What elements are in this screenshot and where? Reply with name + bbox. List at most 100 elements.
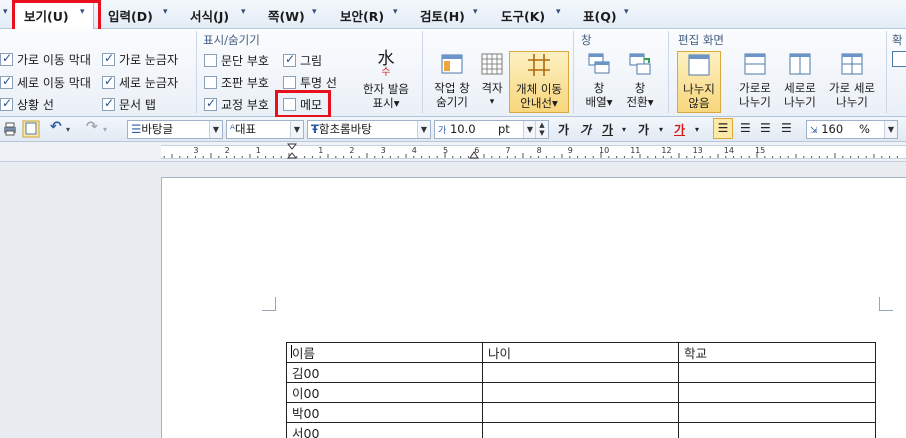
strike-dropdown-icon[interactable]: ▾ bbox=[659, 125, 663, 134]
table-cell[interactable]: 박00 bbox=[286, 402, 483, 423]
window-arrange-button[interactable]: 창 배열▾ bbox=[579, 51, 619, 113]
align-center-button[interactable]: ☰ bbox=[760, 121, 771, 135]
check-proofreading-mark[interactable]: 교정 부호 bbox=[204, 96, 269, 112]
zoom-field[interactable]: ⇲ 160 % ▼ bbox=[806, 120, 898, 139]
preview-icon[interactable] bbox=[22, 120, 40, 138]
checkbox-icon[interactable] bbox=[204, 54, 217, 67]
table-cell[interactable] bbox=[678, 362, 876, 383]
table-cell[interactable] bbox=[482, 422, 679, 438]
table-cell[interactable]: 이00 bbox=[286, 382, 483, 403]
menu-tools-dropdown-icon[interactable]: ▾ bbox=[556, 7, 561, 17]
checkbox-icon[interactable] bbox=[0, 96, 13, 111]
checkbox-icon[interactable] bbox=[0, 51, 13, 66]
menu-review-dropdown-icon[interactable]: ▾ bbox=[473, 7, 478, 17]
checkbox-icon[interactable] bbox=[0, 74, 13, 89]
checkbox-icon[interactable] bbox=[204, 96, 217, 111]
check-horizontal-ruler[interactable]: 가로 눈금자 bbox=[102, 51, 178, 67]
table-row: 서00 bbox=[286, 422, 876, 438]
check-paragraph-mark[interactable]: 문단 부호 bbox=[204, 52, 269, 68]
checkbox-icon[interactable] bbox=[283, 76, 296, 89]
table-cell[interactable] bbox=[678, 382, 876, 403]
no-split-button[interactable]: 나누지 않음 bbox=[677, 51, 721, 113]
underline-button[interactable]: 가 bbox=[602, 121, 613, 138]
table-cell[interactable]: 이름 bbox=[286, 342, 483, 363]
menu-table[interactable]: 표(Q) bbox=[583, 6, 617, 25]
document-table[interactable]: 이름 나이 학교 김00 이00 박00 서00 bbox=[286, 342, 876, 438]
menu-table-dropdown-icon[interactable]: ▾ bbox=[624, 7, 629, 17]
indent-marker-icon[interactable] bbox=[287, 143, 297, 159]
menu-format[interactable]: 서식(J) bbox=[190, 6, 229, 25]
table-cell[interactable] bbox=[678, 422, 876, 438]
font-size-spinner[interactable]: ▲ ▼ bbox=[535, 121, 548, 138]
table-cell[interactable] bbox=[482, 402, 679, 423]
check-picture[interactable]: 그림 bbox=[283, 52, 322, 68]
check-transparent-line[interactable]: 투명 선 bbox=[283, 74, 337, 90]
print-icon[interactable] bbox=[2, 121, 18, 137]
grid-button[interactable]: 격자 ▾ bbox=[477, 51, 507, 113]
align-justify-button[interactable]: ☰ bbox=[713, 118, 733, 139]
horizontal-vertical-split-button[interactable]: 가로 세로 나누기 bbox=[824, 51, 880, 113]
check-vertical-ruler[interactable]: 세로 눈금자 bbox=[102, 74, 178, 90]
font-color-button[interactable]: 가 bbox=[674, 121, 685, 138]
ruler-number: 12 bbox=[661, 146, 672, 155]
zoom-icon[interactable] bbox=[892, 51, 906, 67]
menu-review[interactable]: 검토(H) bbox=[420, 6, 465, 25]
align-right-button[interactable]: ☰ bbox=[781, 121, 792, 135]
underline-dropdown-icon[interactable]: ▾ bbox=[622, 125, 626, 134]
table-cell[interactable] bbox=[482, 382, 679, 403]
task-pane-button[interactable]: 작업 창 숨기기 bbox=[428, 51, 476, 113]
window-switch-button[interactable]: 창 전환▾ bbox=[620, 51, 660, 113]
undo-dropdown-icon[interactable]: ▾ bbox=[66, 125, 70, 134]
menu-page[interactable]: 쪽(W) bbox=[268, 6, 305, 25]
language-select[interactable]: ᴬ대표 ▼ bbox=[226, 120, 304, 139]
checkbox-icon[interactable] bbox=[283, 52, 296, 67]
table-cell[interactable]: 나이 bbox=[482, 342, 679, 363]
menu-page-dropdown-icon[interactable]: ▾ bbox=[312, 7, 317, 17]
check-status-line[interactable]: 상황 선 bbox=[0, 96, 54, 112]
table-cell[interactable]: 김00 bbox=[286, 362, 483, 383]
horizontal-split-button[interactable]: 가로로 나누기 bbox=[733, 51, 777, 113]
menu-insert-dropdown-icon[interactable]: ▾ bbox=[163, 7, 168, 17]
checkbox-icon[interactable] bbox=[102, 96, 115, 111]
undo-icon[interactable]: ↶ bbox=[50, 119, 62, 135]
font-size-field[interactable]: 가 10.0 pt ▼ ▲ ▼ bbox=[434, 120, 549, 139]
menu-insert[interactable]: 입력(D) bbox=[108, 6, 153, 25]
font-select[interactable]: Ŧ함초롬바탕 ▼ bbox=[307, 120, 431, 139]
chevron-down-icon[interactable]: ▼ bbox=[290, 121, 303, 138]
checkbox-icon[interactable] bbox=[204, 76, 217, 89]
vertical-split-button[interactable]: 세로로 나누기 bbox=[778, 51, 822, 113]
align-left-button[interactable]: ☰ bbox=[740, 121, 751, 135]
document-page[interactable]: 이름 나이 학교 김00 이00 박00 서00 bbox=[161, 177, 906, 438]
bold-button[interactable]: 가 bbox=[558, 121, 569, 138]
ribbon: 가로 이동 막대 가로 눈금자 세로 이동 막대 세로 눈금자 상황 선 문서 … bbox=[0, 29, 906, 118]
check-horizontal-scrollbar[interactable]: 가로 이동 막대 bbox=[0, 51, 91, 67]
checkbox-icon[interactable] bbox=[102, 74, 115, 89]
hanja-pronunciation-button[interactable]: 水 수 한자 발음 표시▾ bbox=[354, 51, 418, 113]
chevron-down-icon[interactable]: ▼ bbox=[209, 121, 222, 138]
font-color-dropdown-icon[interactable]: ▾ bbox=[695, 125, 699, 134]
menu-security[interactable]: 보안(R) bbox=[340, 6, 384, 25]
table-cell[interactable]: 학교 bbox=[678, 342, 876, 363]
object-move-guide-button[interactable]: 개체 이동 안내선▾ bbox=[509, 51, 569, 113]
menu-security-dropdown-icon[interactable]: ▾ bbox=[393, 7, 398, 17]
check-document-tab[interactable]: 문서 탭 bbox=[102, 96, 156, 112]
strikethrough-button[interactable]: 가 bbox=[638, 121, 649, 138]
right-indent-marker-icon[interactable] bbox=[469, 151, 479, 159]
check-control-code[interactable]: 조판 부호 bbox=[204, 74, 269, 90]
menu-format-dropdown-icon[interactable]: ▾ bbox=[241, 7, 246, 17]
redo-dropdown-icon[interactable]: ▾ bbox=[103, 125, 107, 134]
table-cell[interactable]: 서00 bbox=[286, 422, 483, 438]
menu-tools[interactable]: 도구(K) bbox=[501, 6, 545, 25]
style-select[interactable]: ☰바탕글 ▼ bbox=[127, 120, 223, 139]
check-label: 세로 이동 막대 bbox=[17, 76, 91, 90]
horizontal-ruler[interactable]: 3 2 1 1 2 3 4 5 6 7 8 9 10 11 12 13 14 15 bbox=[0, 142, 906, 162]
chevron-down-icon[interactable]: ▼ bbox=[884, 121, 897, 138]
table-cell[interactable] bbox=[482, 362, 679, 383]
checkbox-icon[interactable] bbox=[102, 51, 115, 66]
chevron-down-icon[interactable]: ▼ bbox=[417, 121, 430, 138]
table-cell[interactable] bbox=[678, 402, 876, 423]
redo-icon[interactable]: ↷ bbox=[86, 119, 98, 135]
italic-button[interactable]: 가 bbox=[580, 121, 591, 138]
menu-scroll-left-icon[interactable]: ▾ bbox=[3, 7, 8, 17]
check-vertical-scrollbar[interactable]: 세로 이동 막대 bbox=[0, 74, 91, 90]
